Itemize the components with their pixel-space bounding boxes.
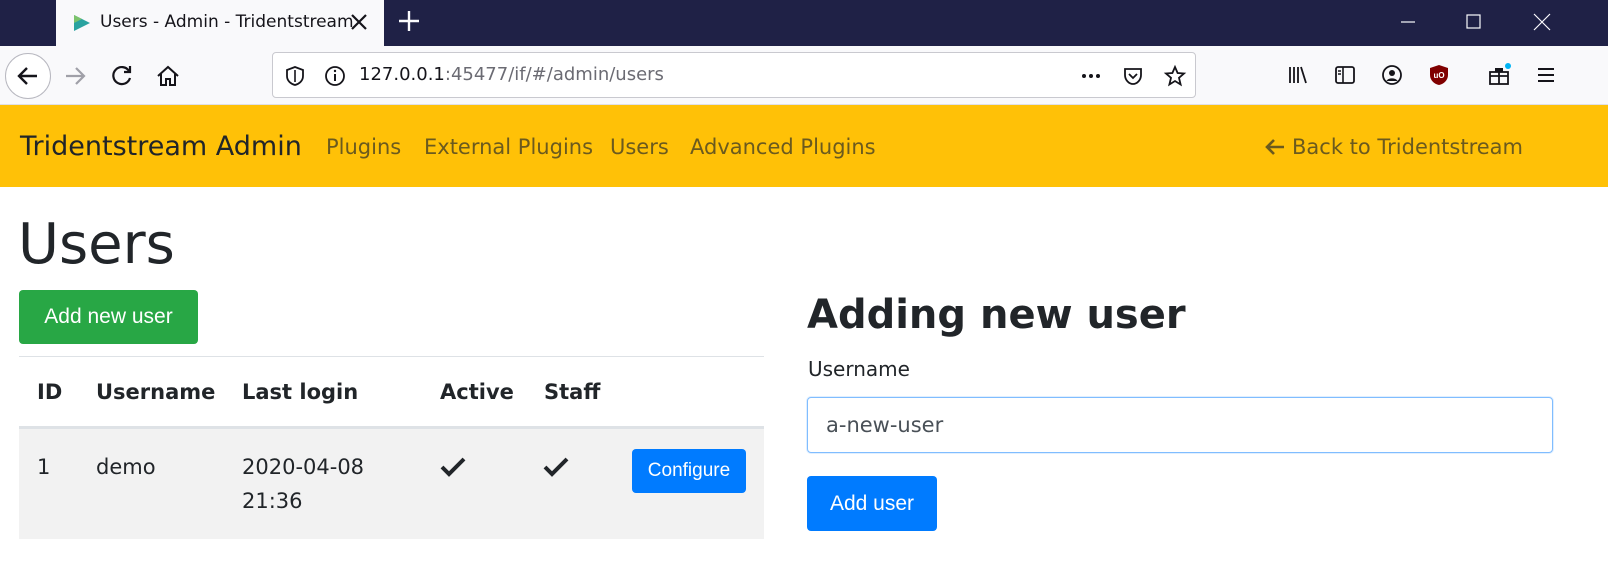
account-icon[interactable] xyxy=(1380,63,1404,87)
app-navbar: Tridentstream Admin Plugins External Plu… xyxy=(0,105,1608,187)
svg-text:uO: uO xyxy=(1433,71,1444,80)
staff-check-icon xyxy=(543,457,569,477)
reload-icon xyxy=(112,66,132,86)
nav-link-plugins[interactable]: Plugins xyxy=(326,135,401,159)
home-button[interactable] xyxy=(148,56,188,96)
active-check-icon xyxy=(440,457,466,477)
url-bar[interactable]: 127.0.0.1:45477/if/#/admin/users xyxy=(272,52,1196,98)
tridentstream-favicon-icon xyxy=(74,15,90,31)
browser-tab-active[interactable]: Users - Admin - Tridentstream xyxy=(56,0,384,46)
shield-icon[interactable] xyxy=(283,64,307,88)
pocket-icon[interactable] xyxy=(1121,64,1145,88)
url-host: 127.0.0.1 xyxy=(359,64,445,85)
new-tab-icon[interactable] xyxy=(396,8,422,34)
hamburger-menu-icon[interactable] xyxy=(1534,63,1558,87)
forward-button[interactable] xyxy=(55,56,95,96)
arrow-left-icon xyxy=(1265,139,1284,155)
arrow-left-icon xyxy=(17,67,37,85)
cell-username: demo xyxy=(96,455,156,479)
table-divider xyxy=(19,356,764,357)
minimize-window-icon[interactable] xyxy=(1396,10,1420,34)
whats-new-gift-icon[interactable] xyxy=(1487,63,1511,87)
close-tab-icon[interactable] xyxy=(346,9,372,35)
nav-link-external-plugins[interactable]: External Plugins xyxy=(424,135,593,159)
reload-button[interactable] xyxy=(102,56,142,96)
configure-user-button[interactable]: Configure xyxy=(632,449,746,493)
nav-link-users[interactable]: Users xyxy=(610,135,669,159)
browser-toolbar: 127.0.0.1:45477/if/#/admin/users uO xyxy=(0,46,1608,105)
add-new-user-button[interactable]: Add new user xyxy=(19,290,198,344)
close-window-icon[interactable] xyxy=(1530,10,1554,34)
back-to-tridentstream-link[interactable]: Back to Tridentstream xyxy=(1264,135,1523,159)
column-header-staff: Staff xyxy=(544,380,601,404)
add-user-button[interactable]: Add user xyxy=(807,476,937,531)
page-actions-icon[interactable] xyxy=(1079,64,1103,88)
url-path: :45477/if/#/admin/users xyxy=(444,64,664,85)
info-icon[interactable] xyxy=(323,64,347,88)
tab-title: Users - Admin - Tridentstream xyxy=(100,12,354,32)
sidebar-icon[interactable] xyxy=(1333,63,1357,87)
form-title: Adding new user xyxy=(807,292,1186,338)
username-input[interactable] xyxy=(807,397,1553,453)
library-icon[interactable] xyxy=(1286,63,1310,87)
ublock-origin-icon[interactable]: uO xyxy=(1427,63,1451,87)
nav-link-advanced-plugins[interactable]: Advanced Plugins xyxy=(690,135,876,159)
arrow-right-icon xyxy=(66,67,86,85)
column-header-active: Active xyxy=(440,380,514,404)
bookmark-star-icon[interactable] xyxy=(1163,64,1187,88)
cell-last-login-date: 2020-04-08 xyxy=(242,455,365,479)
column-header-id: ID xyxy=(37,380,63,404)
maximize-window-icon[interactable] xyxy=(1462,10,1486,34)
app-brand[interactable]: Tridentstream Admin xyxy=(20,131,302,162)
cell-last-login-time: 21:36 xyxy=(242,489,303,513)
back-link-label: Back to Tridentstream xyxy=(1292,135,1524,159)
cell-user-id: 1 xyxy=(37,455,51,479)
page-title: Users xyxy=(18,212,175,277)
back-button[interactable] xyxy=(5,53,51,99)
browser-titlebar: Users - Admin - Tridentstream xyxy=(0,0,1608,46)
username-label: Username xyxy=(808,357,910,381)
column-header-last-login: Last login xyxy=(242,380,359,404)
home-icon xyxy=(157,65,179,86)
url-text[interactable]: 127.0.0.1:45477/if/#/admin/users xyxy=(359,64,664,85)
column-header-username: Username xyxy=(96,380,216,404)
